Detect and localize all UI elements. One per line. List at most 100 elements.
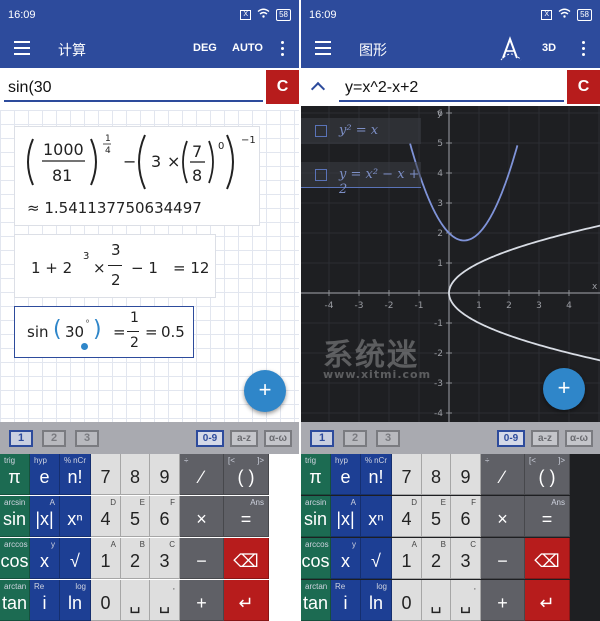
digit-3-key[interactable]: 3C — [451, 538, 481, 579]
mode-latin[interactable]: a-z — [531, 430, 559, 447]
factorial-key[interactable]: n!% nCr — [361, 454, 392, 495]
result-card[interactable]: 1 + 2 3 × 3 2 − 1 = 12 — [14, 234, 216, 298]
add-fab-button[interactable]: + — [543, 368, 585, 410]
graph-analysis-icon[interactable] — [499, 36, 523, 67]
equals-key[interactable]: = Ans — [525, 496, 570, 537]
mode-digits[interactable]: 0-9 — [497, 430, 525, 447]
graph-canvas[interactable]: -4-3-2-11234654321-1-2-3-4-5xy y² = x y … — [301, 106, 600, 422]
checkbox[interactable] — [315, 169, 327, 181]
digit-8-key[interactable]: 8 — [422, 454, 451, 495]
sin-key[interactable]: sin arcsin — [301, 496, 331, 537]
backspace-key[interactable]: ⌫ — [525, 538, 570, 579]
keyboard-page-1[interactable]: 1 — [310, 430, 334, 447]
keyboard-page-3[interactable]: 3 — [75, 430, 99, 447]
3d-button[interactable]: 3D — [542, 42, 556, 54]
collapse-chevron-icon[interactable] — [310, 81, 326, 97]
keyboard-page-1[interactable]: 1 — [9, 430, 33, 447]
parentheses-key[interactable]: ( ) [<]> — [525, 454, 570, 495]
abs-key[interactable]: |x| A — [30, 496, 60, 537]
backspace-key[interactable]: ⌫ — [224, 538, 269, 579]
digit-5-key[interactable]: 5E — [121, 496, 150, 537]
x-variable-key[interactable]: xy — [30, 538, 60, 579]
factorial-key[interactable]: n!% nCr — [60, 454, 91, 495]
keyboard-page-3[interactable]: 3 — [376, 430, 400, 447]
mode-greek[interactable]: α-ω — [565, 430, 593, 447]
menu-icon[interactable] — [14, 41, 30, 55]
checkbox[interactable] — [315, 125, 327, 137]
x-variable-key[interactable]: xy — [331, 538, 361, 579]
auto-button[interactable]: AUTO — [232, 42, 263, 54]
minus-key[interactable]: − — [180, 538, 224, 579]
mode-greek[interactable]: α-ω — [264, 430, 292, 447]
digit-4-key[interactable]: 4D — [392, 496, 422, 537]
divide-key[interactable]: ∕ ÷ — [180, 454, 224, 495]
add-fab-button[interactable]: + — [244, 370, 286, 412]
digit-1-key[interactable]: 1A — [91, 538, 121, 579]
cos-key[interactable]: cos arccos — [0, 538, 30, 579]
digit-9-key[interactable]: 9 — [150, 454, 180, 495]
digit-5-key[interactable]: 5E — [422, 496, 451, 537]
sin-key[interactable]: sin arcsin — [0, 496, 30, 537]
legend-item[interactable]: y = x² − x + 2 — [301, 162, 421, 197]
enter-key[interactable]: ↵ — [224, 580, 269, 621]
digit-2-key[interactable]: 2B — [121, 538, 150, 579]
abs-key[interactable]: |x| A — [331, 496, 361, 537]
digit-7-key[interactable]: 7 — [91, 454, 121, 495]
plus-key[interactable]: + — [180, 580, 224, 621]
digit-0-key[interactable]: 0 — [91, 580, 121, 621]
expression-input[interactable]: sin(30 — [8, 79, 52, 97]
sqrt-key[interactable]: √ — [361, 538, 392, 579]
parentheses-key[interactable]: ( ) [<]> — [224, 454, 269, 495]
digit-0-key[interactable]: 0 — [392, 580, 422, 621]
deg-button[interactable]: DEG — [193, 42, 217, 54]
cos-key[interactable]: cos arccos — [301, 538, 331, 579]
menu-icon[interactable] — [315, 41, 331, 55]
e-key[interactable]: e hyp — [30, 454, 60, 495]
pi-key[interactable]: π trig — [301, 454, 331, 495]
digit-6-key[interactable]: 6F — [150, 496, 180, 537]
minus-key[interactable]: − — [481, 538, 525, 579]
ln-key[interactable]: ln log — [361, 580, 392, 621]
tan-key[interactable]: tan arctan — [301, 580, 331, 621]
clear-button[interactable]: C — [567, 70, 600, 104]
ln-key[interactable]: ln log — [60, 580, 91, 621]
mode-latin[interactable]: a-z — [230, 430, 258, 447]
sqrt-key[interactable]: √ — [60, 538, 91, 579]
clear-button[interactable]: C — [266, 70, 299, 104]
multiply-key[interactable]: × — [481, 496, 525, 537]
digit-4-key[interactable]: 4D — [91, 496, 121, 537]
space-key[interactable]: ␣ — [422, 580, 451, 621]
comma-key[interactable]: ␣, — [150, 580, 180, 621]
legend-item[interactable]: y² = x — [301, 118, 421, 144]
equals-key[interactable]: = Ans — [224, 496, 269, 537]
digit-8-key[interactable]: 8 — [121, 454, 150, 495]
enter-key[interactable]: ↵ — [525, 580, 570, 621]
plus-key[interactable]: + — [481, 580, 525, 621]
active-result-card[interactable]: sin ( 30 ° ) = 1 2 = 0.5 — [14, 306, 194, 358]
multiply-key[interactable]: × — [180, 496, 224, 537]
mode-digits[interactable]: 0-9 — [196, 430, 224, 447]
digit-2-key[interactable]: 2B — [422, 538, 451, 579]
divide-key[interactable]: ∕ ÷ — [481, 454, 525, 495]
imaginary-key[interactable]: i Re — [30, 580, 60, 621]
keyboard-page-2[interactable]: 2 — [42, 430, 66, 447]
result-card[interactable]: 1000 81 1 4 − 3 × 7 8 0 −1 ≈ 1.541137750… — [14, 126, 260, 226]
digit-1-key[interactable]: 1A — [392, 538, 422, 579]
digit-7-key[interactable]: 7 — [392, 454, 422, 495]
digit-9-key[interactable]: 9 — [451, 454, 481, 495]
cursor-handle[interactable] — [81, 343, 88, 350]
space-key[interactable]: ␣ — [121, 580, 150, 621]
comma-key[interactable]: ␣, — [451, 580, 481, 621]
digit-3-key[interactable]: 3C — [150, 538, 180, 579]
power-key[interactable]: xⁿ — [361, 496, 392, 537]
digit-6-key[interactable]: 6F — [451, 496, 481, 537]
imaginary-key[interactable]: i Re — [331, 580, 361, 621]
tan-key[interactable]: tan arctan — [0, 580, 30, 621]
keyboard-page-2[interactable]: 2 — [343, 430, 367, 447]
e-key[interactable]: e hyp — [331, 454, 361, 495]
function-input[interactable]: y=x^2-x+2 — [345, 79, 418, 97]
more-options-icon[interactable] — [281, 41, 285, 59]
pi-key[interactable]: π trig — [0, 454, 30, 495]
more-options-icon[interactable] — [582, 41, 586, 59]
power-key[interactable]: xⁿ — [60, 496, 91, 537]
